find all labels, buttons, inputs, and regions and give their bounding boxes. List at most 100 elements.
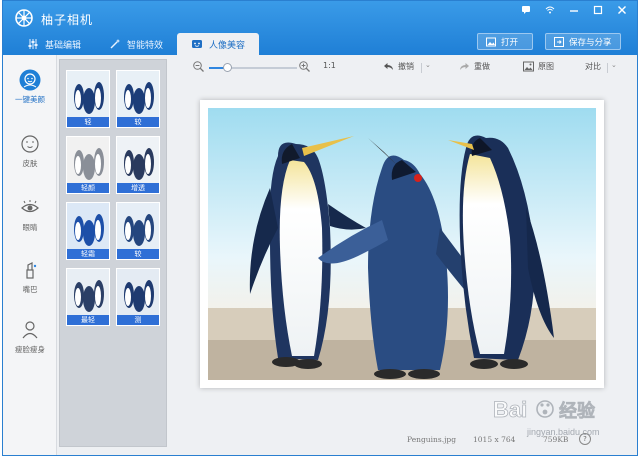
filter-thumb-7[interactable]: 最轻: [66, 268, 110, 326]
export-icon: [554, 36, 564, 47]
status-filename: Penguins.jpg: [407, 435, 456, 444]
redo-icon: [460, 63, 469, 70]
redo-label: 重做: [474, 62, 490, 71]
svg-text:经验: 经验: [559, 400, 596, 422]
sidebar-item-label: 一键美颜: [15, 95, 45, 104]
zoom-out-icon: [193, 61, 204, 72]
undo-icon: [384, 63, 393, 70]
original-button[interactable]: 原图: [523, 61, 554, 72]
redo-button[interactable]: 重做: [459, 61, 490, 72]
chevron-down-icon: ⌄: [611, 61, 617, 69]
divider: [421, 63, 422, 73]
open-button-label: 打开: [501, 37, 519, 48]
filter-thumb-8[interactable]: 测: [116, 268, 160, 326]
face-beauty-icon: [19, 69, 41, 91]
tab-label: 基础编辑: [45, 40, 82, 51]
compare-dropdown[interactable]: ⌄: [611, 61, 617, 69]
penguins-photo[interactable]: [208, 108, 596, 380]
canvas-area: [173, 83, 637, 425]
filter-label: 较: [117, 249, 159, 259]
filter-thumb-4[interactable]: 增透: [116, 136, 160, 194]
filter-thumb-1[interactable]: 轻: [66, 70, 110, 128]
save-share-label: 保存与分享: [569, 37, 612, 48]
filter-thumb-3[interactable]: 轻颜: [66, 136, 110, 194]
save-share-button[interactable]: 保存与分享: [545, 33, 621, 50]
image-toolbar: 1:1 撤销 ⌄ 重做 原图 对比 ⌄: [173, 57, 637, 79]
filter-label: 增透: [117, 183, 159, 193]
minimize-icon[interactable]: [567, 5, 581, 17]
filter-thumb-5[interactable]: 轻霜: [66, 202, 110, 260]
filter-preview: [67, 71, 109, 117]
image-open-icon: [486, 37, 496, 46]
filter-label: 较: [117, 117, 159, 127]
filter-preview: [67, 203, 109, 249]
feedback-icon[interactable]: [519, 5, 533, 17]
undo-history-dropdown[interactable]: ⌄: [425, 61, 431, 69]
photo-frame: [200, 100, 604, 388]
sliders-icon: [28, 39, 38, 49]
zoom-in-icon: [299, 61, 310, 72]
lipstick-icon: [26, 262, 37, 279]
sidebar-item-label: 瘦脸瘦身: [15, 345, 45, 354]
window-controls: [519, 5, 629, 17]
baidu-watermark-logo: Bai 经验 jingyan.baidu.com: [493, 397, 600, 437]
zoom-ratio-button[interactable]: 1:1: [323, 61, 336, 70]
sidebar: 一键美颜 皮肤 眼睛 嘴巴 瘦脸瘦身: [3, 55, 57, 455]
tab-label: 智能特效: [127, 40, 164, 51]
tab-label: 人像美容: [209, 40, 246, 51]
filter-label: 轻霜: [67, 249, 109, 259]
sidebar-item-label: 皮肤: [22, 159, 38, 168]
divider: [607, 63, 608, 73]
slim-body-icon: [22, 321, 38, 339]
filter-label: 最轻: [67, 315, 109, 325]
tab-smart-effects[interactable]: 智能特效: [95, 33, 177, 55]
filter-label: 轻: [67, 117, 109, 127]
sidebar-item-label: 眼睛: [22, 223, 38, 232]
filter-thumb-6[interactable]: 较: [116, 202, 160, 260]
filter-thumb-2[interactable]: 较: [116, 70, 160, 128]
tab-basic-edit[interactable]: 基础编辑: [13, 33, 95, 55]
tab-portrait-beauty[interactable]: 人像美容: [177, 33, 260, 55]
compare-label: 对比: [585, 62, 601, 71]
app-title: 柚子相机: [41, 13, 94, 27]
wifi-icon[interactable]: [543, 5, 557, 17]
filter-preview: [117, 203, 159, 249]
sidebar-item-mouth[interactable]: 嘴巴: [3, 259, 57, 295]
close-icon[interactable]: [615, 5, 629, 17]
svg-text:Bai: Bai: [493, 397, 527, 422]
filter-panel: 轻 较 轻颜 增透 轻霜 较 最轻 测: [59, 59, 167, 447]
zoom-ratio-label: 1:1: [323, 61, 336, 70]
sidebar-item-slim[interactable]: 瘦脸瘦身: [3, 319, 57, 355]
main-tabs: 基础编辑 智能特效 人像美容: [13, 33, 260, 55]
filter-label: 轻颜: [67, 183, 109, 193]
maximize-icon[interactable]: [591, 5, 605, 17]
filter-preview: [117, 269, 159, 315]
skin-icon: [21, 135, 39, 153]
portrait-icon: [192, 40, 203, 48]
zoom-slider-handle[interactable]: [222, 63, 232, 72]
sidebar-item-one-click-beauty[interactable]: 一键美颜: [3, 69, 57, 105]
compare-button[interactable]: 对比: [585, 61, 601, 72]
undo-button[interactable]: 撤销: [383, 61, 414, 72]
undo-label: 撤销: [398, 62, 414, 71]
original-label: 原图: [538, 62, 554, 71]
sidebar-item-label: 嘴巴: [22, 285, 38, 294]
image-icon: [523, 61, 534, 72]
sidebar-item-eyes[interactable]: 眼睛: [3, 197, 57, 233]
filter-preview: [67, 137, 109, 183]
filter-preview: [117, 71, 159, 117]
app-window: 柚子相机 基础编辑 智能特效 人像美容 打开 保存与分享 一键美颜 皮肤 眼睛 …: [2, 0, 638, 456]
magic-wand-icon: [110, 39, 121, 49]
sidebar-item-skin[interactable]: 皮肤: [3, 133, 57, 169]
eye-icon: [21, 200, 39, 213]
app-logo-icon: [15, 9, 33, 27]
zoom-in-button[interactable]: [299, 61, 310, 72]
chevron-down-icon: ⌄: [425, 61, 431, 69]
filter-label: 测: [117, 315, 159, 325]
open-button[interactable]: 打开: [477, 33, 533, 50]
filter-preview: [67, 269, 109, 315]
svg-text:jingyan.baidu.com: jingyan.baidu.com: [526, 427, 600, 437]
zoom-slider[interactable]: [209, 63, 297, 72]
zoom-out-button[interactable]: [193, 61, 204, 72]
filter-preview: [117, 137, 159, 183]
